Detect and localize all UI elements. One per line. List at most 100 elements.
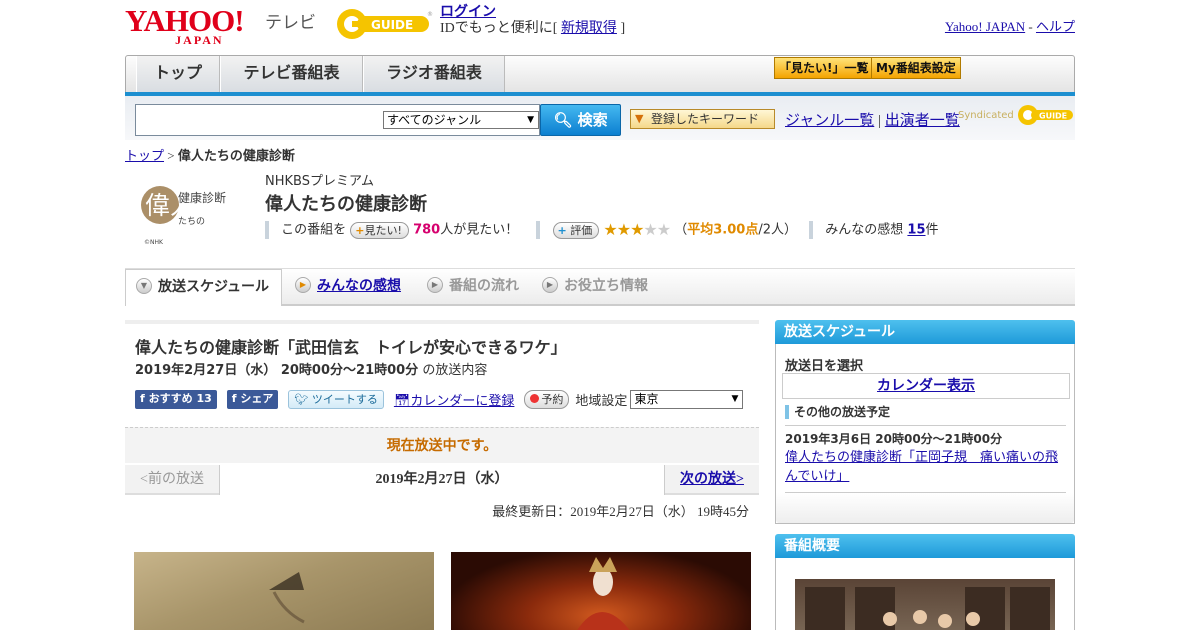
plus-icon: + xyxy=(355,223,365,237)
share-row: f おすすめ 13 f シェア 🐦︎ ツイートする 📅︎カレンダーに登録 予約 … xyxy=(135,388,744,410)
sidebar-overview-header: 番組概要 xyxy=(775,534,1075,559)
region-label: 地域設定 xyxy=(575,393,628,409)
sidebar-schedule-box: 放送日を選択 カレンダー表示 その他の放送予定 2019年3月6日 20時00分… xyxy=(775,344,1075,524)
gnav-tab-tv[interactable]: テレビ番組表 xyxy=(220,56,363,92)
gnav-tab-top[interactable]: トップ xyxy=(136,56,220,92)
reviews-count-link[interactable]: 15 xyxy=(907,223,925,238)
genre-list-link[interactable]: ジャンル一覧 xyxy=(785,113,874,129)
breadcrumb-current: 偉人たちの健康診断 xyxy=(177,148,295,163)
episode-title: 偉人たちの健康診断「武田信玄 トイレが安心できるワケ」 xyxy=(135,338,567,357)
header-divider: - xyxy=(1028,19,1033,34)
sidebar-schedule-header: 放送スケジュール xyxy=(775,320,1075,345)
other-broadcast-date: 2019年3月6日 20時00分～21時00分 xyxy=(785,432,1003,446)
mitai-list-button[interactable]: 「見たい!」一覧 xyxy=(774,57,874,79)
search-icon: 🔍︎ xyxy=(553,111,573,129)
rate-button[interactable]: + 評価 xyxy=(552,221,600,239)
episode-datetime: 2019年2月27日（水） 20時00分～21時00分 xyxy=(135,363,419,378)
tab-info[interactable]: ▶ お役立ち情報 xyxy=(542,269,667,304)
yahoo-japan-logo[interactable]: YAHOO! JAPAN xyxy=(125,5,245,46)
help-link[interactable]: ヘルプ xyxy=(1036,19,1075,34)
chevron-down-icon: ▼ xyxy=(731,393,739,404)
avg-count: /2人） xyxy=(758,222,797,238)
rating-stars: ★★★★★ xyxy=(603,220,671,239)
tab-schedule-label: 放送スケジュール xyxy=(158,279,270,295)
stats-divider xyxy=(265,221,269,239)
onair-notice: 現在放送中です。 xyxy=(125,427,759,463)
chevron-down-icon: ▼ xyxy=(136,278,152,294)
tab-schedule[interactable]: ▼ 放送スケジュール xyxy=(125,269,282,306)
breadcrumb-top[interactable]: トップ xyxy=(125,148,164,163)
calendar-view-button[interactable]: カレンダー表示 xyxy=(782,373,1070,399)
tab-reviews-label: みんなの感想 xyxy=(317,278,401,294)
performer-list-link[interactable]: 出演者一覧 xyxy=(885,113,960,129)
svg-text:GUIDE: GUIDE xyxy=(1039,112,1067,121)
want-button[interactable]: +見たい! xyxy=(350,221,409,239)
logo-sub-text: たちの xyxy=(178,216,205,227)
login-close: ] xyxy=(620,21,626,36)
tab-reviews[interactable]: ▶ みんなの感想 xyxy=(295,269,420,304)
register-link[interactable]: 新規取得 xyxy=(561,21,617,36)
syndicated-label: Syndicated xyxy=(958,110,1014,121)
breadcrumb: トップ > 偉人たちの健康診断 xyxy=(125,145,295,164)
tab-flow[interactable]: ▶ 番組の流れ xyxy=(427,269,537,304)
search-links: ジャンル一覧 | 出演者一覧 xyxy=(785,109,960,130)
episode-datetime-line: 2019年2月27日（水） 20時00分～21時00分 の放送内容 xyxy=(135,359,487,378)
other-schedule-heading: その他の放送予定 xyxy=(785,405,890,419)
login-link[interactable]: ログイン xyxy=(440,5,496,20)
header-links: Yahoo! JAPAN - ヘルプ xyxy=(945,16,1075,35)
facebook-icon: f xyxy=(231,391,237,405)
gnav-tab-radio[interactable]: ラジオ番組表 xyxy=(363,56,505,92)
genre-select[interactable]: すべてのジャンル ▼ xyxy=(383,111,539,129)
program-stats: この番組を +見たい! 780人が見たい！ + 評価 ★★★★★ （平均3.00… xyxy=(265,220,939,240)
episode-datetime-suffix: の放送内容 xyxy=(418,363,488,378)
play-icon: ▶ xyxy=(542,277,558,293)
fb-recommend-label: おすすめ 13 xyxy=(148,391,212,405)
keyword-button[interactable]: ▼ 登録したキーワード xyxy=(630,109,775,129)
global-nav: トップ テレビ番組表 ラジオ番組表 「見たい!」一覧 My番組表設定 xyxy=(125,55,1075,93)
program-tabs: ▼ 放送スケジュール ▶ みんなの感想 ▶ 番組の流れ ▶ お役立ち情報 xyxy=(125,269,1075,306)
reserve-button[interactable]: 予約 xyxy=(524,389,570,409)
chevron-down-icon: ▼ xyxy=(527,115,534,125)
stats-divider xyxy=(536,221,541,239)
plus-icon: + xyxy=(557,223,567,237)
logo-main-text: 健康診断 xyxy=(178,190,226,205)
divider xyxy=(785,425,1066,426)
search-button[interactable]: 🔍︎ 検索 xyxy=(540,104,621,136)
episode-box: 偉人たちの健康診断「武田信玄 トイレが安心できるワケ」 2019年2月27日（水… xyxy=(125,320,759,410)
prev-broadcast[interactable]: <前の放送 xyxy=(125,465,220,495)
current-broadcast-date: 2019年2月27日（水） xyxy=(220,465,664,495)
play-icon: ▶ xyxy=(295,277,311,293)
stats-divider xyxy=(809,221,814,239)
episode-photo-scroll xyxy=(134,552,434,630)
calendar-register-link[interactable]: 📅︎カレンダーに登録 xyxy=(394,390,515,409)
calendar-register-label: カレンダーに登録 xyxy=(410,393,515,409)
region-select[interactable]: 東京 ▼ xyxy=(630,389,744,409)
want-button-label: 見たい! xyxy=(364,223,402,237)
sidebar-overview-box xyxy=(775,558,1075,630)
yahoo-japan-link[interactable]: Yahoo! JAPAN xyxy=(945,19,1025,34)
gguide-small-logo: GUIDE xyxy=(1017,104,1075,126)
tweet-label: ツイートする xyxy=(311,392,378,406)
reserve-label: 予約 xyxy=(541,392,564,406)
other-broadcast-link[interactable]: 偉人たちの健康診断「正岡子規 痛い痛いの飛んでいけ」 xyxy=(785,448,1067,486)
tab-info-label: お役立ち情報 xyxy=(564,278,648,294)
channel-name: NHKBSプレミアム xyxy=(265,174,375,189)
select-date-label: 放送日を選択 xyxy=(785,359,864,374)
want-prefix: この番組を xyxy=(281,222,347,238)
tv-label: テレビ xyxy=(265,13,316,33)
program-title: 偉人たちの健康診断 xyxy=(265,194,427,215)
search-links-sep: | xyxy=(878,113,882,129)
avg-score: 平均3.00点 xyxy=(687,222,759,238)
my-schedule-button[interactable]: My番組表設定 xyxy=(871,57,961,79)
episode-photo-stage xyxy=(451,552,751,630)
record-dot-icon xyxy=(530,394,540,403)
overview-photo xyxy=(795,579,1055,630)
tweet-button[interactable]: 🐦︎ ツイートする xyxy=(288,389,384,409)
facebook-share-button[interactable]: f シェア xyxy=(226,389,279,409)
next-broadcast-link[interactable]: 次の放送> xyxy=(664,465,759,495)
svg-text:®: ® xyxy=(427,11,433,18)
facebook-recommend-button[interactable]: f おすすめ 13 xyxy=(135,389,217,409)
twitter-icon: 🐦︎ xyxy=(294,392,309,406)
fb-share-label: シェア xyxy=(240,391,274,405)
tab-flow-label: 番組の流れ xyxy=(449,278,519,294)
